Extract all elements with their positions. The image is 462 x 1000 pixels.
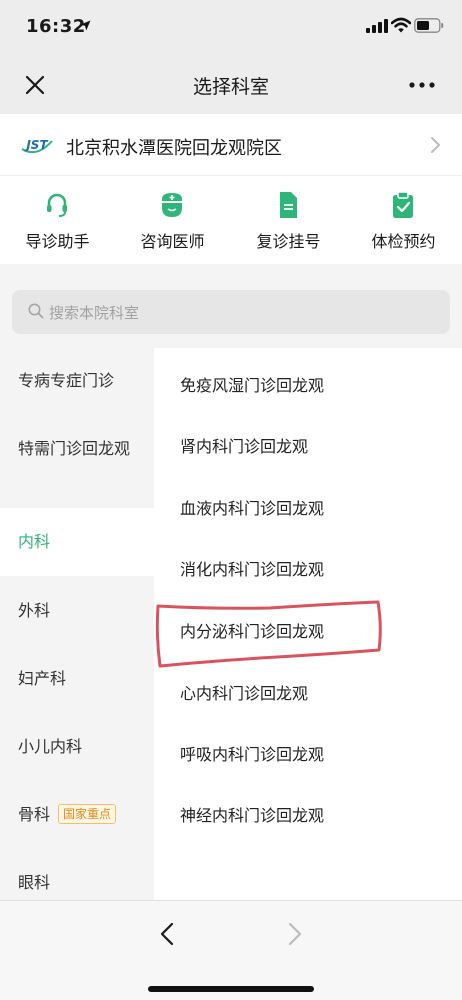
hospital-row[interactable]: JST 北京积水潭医院回龙观院区 (0, 114, 462, 176)
clinic-item[interactable]: 肾内科门诊回龙观 (180, 433, 308, 457)
hospital-name: 北京积水潭医院回龙观院区 (66, 138, 282, 159)
category-label: 特需门诊回龙观 (18, 439, 131, 458)
document-icon (280, 192, 297, 218)
search-input[interactable]: 搜索本院科室 (12, 290, 450, 334)
key-discipline-badge: 国家重点 (58, 804, 117, 824)
search-icon (28, 303, 44, 319)
cellular-signal-icon (366, 19, 388, 33)
service-shortcuts: 导诊助手 咨询医师 复诊挂号 体检预约 (0, 176, 462, 264)
service-label: 复诊挂号 (256, 232, 321, 251)
chevron-right-icon (431, 137, 440, 153)
category-label: 外科 (18, 601, 51, 620)
category-label: 内科 (18, 532, 51, 551)
service-label: 导诊助手 (25, 232, 90, 251)
clinic-item[interactable]: 血液内科门诊回龙观 (180, 495, 324, 519)
category-item[interactable]: 妇产科 (0, 666, 154, 692)
clinic-list: 免疫风湿门诊回龙观 肾内科门诊回龙观 血液内科门诊回龙观 消化内科门诊回龙观 内… (154, 348, 462, 900)
department-category-list: 专病专症门诊 特需门诊回龙观 内科 外科 妇产科 小儿内科 骨科 国家重点 眼科 (0, 348, 154, 900)
clinic-item[interactable]: 消化内科门诊回龙观 (180, 556, 324, 580)
clinic-item[interactable]: 免疫风湿门诊回龙观 (180, 372, 324, 396)
hospital-logo-text: JST (24, 138, 48, 152)
page-title: 选择科室 (192, 76, 269, 98)
search-placeholder: 搜索本院科室 (49, 304, 140, 322)
category-item[interactable]: 专病专症门诊 (0, 368, 154, 394)
category-label: 小儿内科 (18, 737, 83, 756)
category-label: 眼科 (18, 873, 51, 892)
category-label: 专病专症门诊 (18, 371, 115, 390)
search-area: 搜索本院科室 (0, 264, 462, 348)
service-consult-doctor[interactable]: 咨询医师 (115, 176, 230, 264)
service-label: 咨询医师 (140, 232, 205, 251)
nav-bar: 选择科室 (0, 56, 462, 114)
bottom-toolbar (0, 900, 462, 1000)
back-button[interactable] (156, 921, 180, 947)
status-bar: 16:32 (0, 0, 462, 56)
category-item-active[interactable]: 内科 (0, 508, 154, 576)
clinic-item[interactable]: 心内科门诊回龙观 (180, 680, 308, 704)
service-label: 体检预约 (371, 232, 436, 251)
service-guide-assistant[interactable]: 导诊助手 (0, 176, 115, 264)
clinic-item[interactable]: 神经内科门诊回龙观 (180, 802, 324, 826)
category-item[interactable]: 眼科 (0, 870, 154, 896)
more-options-button[interactable] (402, 71, 442, 99)
category-item[interactable]: 外科 (0, 598, 154, 624)
clipboard-check-icon (393, 191, 413, 218)
category-item[interactable]: 特需门诊回龙观 (0, 436, 142, 462)
home-indicator (148, 986, 314, 992)
doctor-icon (162, 193, 182, 217)
service-follow-up-registration[interactable]: 复诊挂号 (231, 176, 346, 264)
forward-button[interactable] (282, 921, 306, 947)
category-item[interactable]: 骨科 国家重点 (0, 802, 154, 828)
category-label: 骨科 (18, 805, 51, 824)
clinic-item-highlighted[interactable]: 内分泌科门诊回龙观 (180, 618, 324, 642)
service-checkup-appointment[interactable]: 体检预约 (346, 176, 461, 264)
category-label: 妇产科 (18, 669, 67, 688)
headset-icon (47, 193, 67, 217)
wifi-icon (391, 17, 411, 33)
category-item[interactable]: 小儿内科 (0, 734, 154, 760)
location-arrow-icon (80, 20, 91, 31)
hospital-logo: JST (21, 138, 53, 154)
battery-icon (414, 18, 444, 33)
status-time: 16:32 (26, 16, 86, 37)
clinic-item[interactable]: 呼吸内科门诊回龙观 (180, 741, 324, 765)
